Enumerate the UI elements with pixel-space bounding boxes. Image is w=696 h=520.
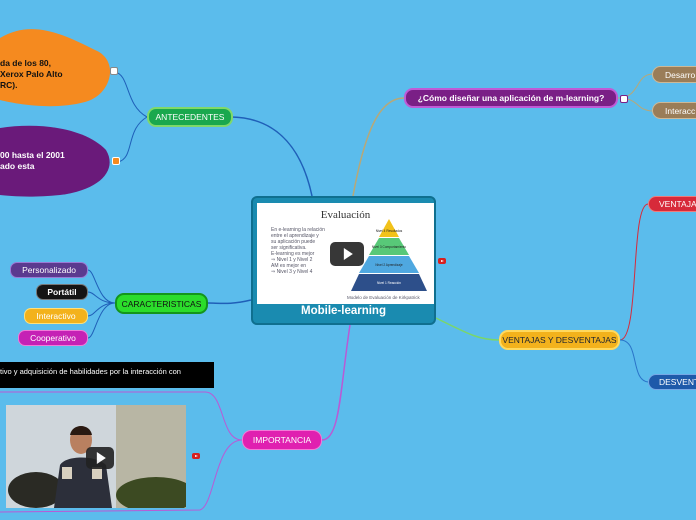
subtopic-personalizado-label: Personalizado (22, 265, 76, 275)
youtube-icon[interactable] (438, 258, 446, 264)
topic-antecedentes-label: ANTECEDENTES (155, 112, 225, 122)
slide-bullets: En e-learning la relación entre el apren… (271, 227, 325, 275)
subtopic-portatil-label: Portátil (47, 287, 77, 297)
subtopic-interactivo[interactable]: Interactivo (24, 308, 88, 324)
antecedent-note-1[interactable]: da de los 80, Xerox Palo Alto RC). (0, 58, 63, 91)
central-topic[interactable]: Evaluación En e-learning la relación ent… (251, 196, 436, 325)
topic-importancia-label: IMPORTANCIA (252, 435, 312, 445)
pyramid-level-label: Nivel 3 Comportamiento (372, 245, 406, 249)
topic-ventajas-desventajas[interactable]: VENTAJAS Y DESVENTAJAS (499, 330, 620, 350)
topic-importancia[interactable]: IMPORTANCIA (242, 430, 322, 450)
importancia-note[interactable]: tivo y adquisición de habilidades por la… (0, 362, 214, 388)
antecedent-note-1-line: da de los 80, (0, 58, 52, 68)
importancia-note-text: tivo y adquisición de habilidades por la… (0, 367, 181, 376)
antecedent-note-1-line: RC). (0, 80, 18, 90)
subtopic-interaccion-label: Interacc (665, 105, 696, 116)
antecedent-note-2-line: ado esta (0, 161, 35, 171)
subtopic-desarrollo[interactable]: Desarro (652, 66, 696, 83)
antecedent-note-2[interactable]: 00 hasta el 2001 ado esta (0, 150, 65, 172)
topic-caracteristicas[interactable]: CARACTERISTICAS (115, 293, 208, 314)
topic-ventajas-label: VENTAJAS Y DESVENTAJAS (502, 335, 617, 345)
topic-caracteristicas-label: CARACTERISTICAS (121, 298, 202, 309)
subtopic-ventajas-label: VENTAJAS (659, 199, 696, 209)
play-icon[interactable] (86, 447, 114, 469)
video-thumbnail[interactable] (6, 405, 186, 508)
pyramid-level-label: Nivel 4 Resultados (376, 229, 403, 233)
subtopic-portatil[interactable]: Portátil (36, 284, 88, 300)
topic-diseno[interactable]: ¿Cómo diseñar una aplicación de m-learni… (404, 88, 618, 108)
link-icon[interactable] (620, 95, 628, 103)
note-icon[interactable] (112, 157, 120, 165)
slide-bullet: ⇒ Nivel 3 y Nivel 4 (271, 269, 313, 275)
note-icon[interactable] (110, 67, 118, 75)
subtopic-cooperativo[interactable]: Cooperativo (18, 330, 88, 346)
subtopic-interaccion[interactable]: Interacc (652, 102, 696, 119)
topic-diseno-label: ¿Cómo diseñar una aplicación de m-learni… (417, 93, 605, 103)
antecedent-note-2-line: 00 hasta el 2001 (0, 150, 65, 160)
central-slide-thumbnail[interactable]: Evaluación En e-learning la relación ent… (257, 203, 434, 304)
subtopic-personalizado[interactable]: Personalizado (10, 262, 88, 278)
play-icon[interactable] (330, 242, 364, 266)
topic-antecedentes[interactable]: ANTECEDENTES (147, 107, 233, 127)
subtopic-ventajas[interactable]: VENTAJAS (648, 196, 696, 212)
antecedent-note-1-line: Xerox Palo Alto (0, 69, 63, 79)
pyramid-level-label: Nivel 2 Aprendizaje (375, 263, 403, 267)
subtopic-desarrollo-label: Desarro (665, 69, 696, 80)
subtopic-desventajas-label: DESVENTA (659, 377, 696, 387)
slide-caption: Modelo de Evaluación de Kirkpatrick (347, 295, 420, 300)
mind-map-canvas: da de los 80, Xerox Palo Alto RC). 00 ha… (0, 0, 696, 520)
youtube-icon[interactable] (192, 453, 200, 459)
pyramid-level-label: Nivel 1 Reacción (377, 281, 401, 285)
subtopic-desventajas[interactable]: DESVENTA (648, 374, 696, 390)
subtopic-interactivo-label: Interactivo (36, 311, 76, 321)
subtopic-cooperativo-label: Cooperativo (30, 333, 76, 343)
central-topic-title: Mobile-learning (301, 305, 386, 317)
